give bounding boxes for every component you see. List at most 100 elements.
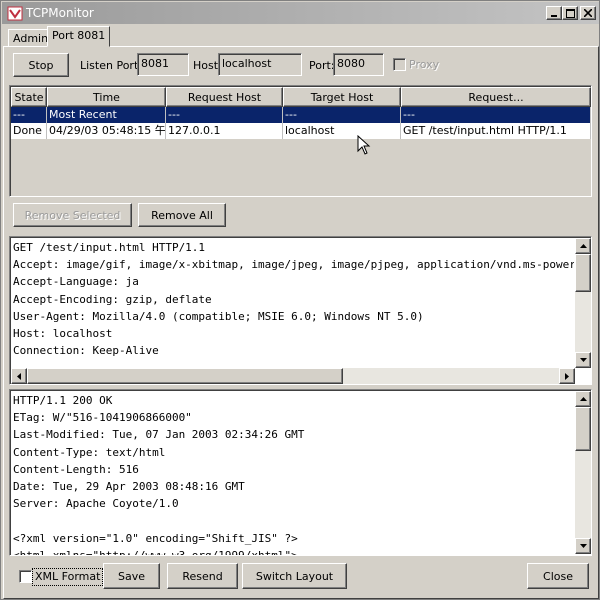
response-text-area[interactable]: HTTP/1.1 200 OK ETag: W/"516-10419068660…	[9, 389, 592, 556]
host-value: localhost	[222, 57, 272, 70]
maximize-icon	[565, 8, 575, 18]
minimize-button[interactable]	[546, 6, 562, 20]
response-line: ETag: W/"516-1041906866000"	[13, 411, 192, 425]
arrow-right-icon	[565, 372, 569, 380]
request-line: Accept: image/gif, image/x-xbitmap, imag…	[13, 258, 574, 272]
minimize-icon	[551, 15, 557, 17]
request-line: Host: localhost	[13, 326, 113, 340]
column-header-request[interactable]: Request...	[401, 87, 591, 107]
switch-layout-button[interactable]: Switch Layout	[242, 563, 347, 589]
connection-table: State Time Request Host Target Host Requ…	[9, 85, 592, 197]
maximize-button[interactable]	[562, 6, 578, 20]
close-icon	[584, 9, 592, 17]
host-field[interactable]: localhost	[218, 53, 302, 76]
response-line: Content-Type: text/html	[13, 445, 166, 459]
table-cell: ---	[11, 107, 47, 123]
request-vertical-scrollbar[interactable]	[575, 238, 591, 368]
table-cell: ---	[283, 107, 401, 123]
xml-format-checkbox[interactable]	[19, 570, 32, 583]
scroll-left-button[interactable]	[11, 368, 27, 384]
port-field[interactable]: 8080	[333, 53, 384, 76]
request-line: User-Agent: Mozilla/4.0 (compatible; MSI…	[13, 309, 424, 323]
window-title: TCPMonitor	[26, 6, 94, 20]
scroll-up-button[interactable]	[575, 238, 591, 254]
table-row[interactable]: --- Most Recent --- --- ---	[11, 107, 591, 123]
tab-port-label: Port 8081	[52, 29, 106, 42]
request-text-area[interactable]: GET /test/input.html HTTP/1.1 Accept: im…	[9, 236, 592, 385]
response-line: Server: Apache Coyote/1.0	[13, 497, 179, 511]
remove-selected-label: Remove Selected	[24, 208, 121, 222]
mouse-cursor-icon	[357, 135, 371, 155]
tcpmonitor-window: TCPMonitor Admin Port 8081 Stop Listen P…	[0, 0, 600, 600]
listen-port-label: Listen Port:	[80, 59, 142, 72]
xml-format-label[interactable]: XML Format	[32, 568, 104, 586]
scroll-down-button[interactable]	[575, 352, 591, 368]
column-header-state[interactable]: State	[11, 87, 47, 107]
scroll-up-button[interactable]	[575, 391, 591, 407]
resend-label: Resend	[182, 569, 223, 583]
proxy-checkbox[interactable]	[393, 58, 406, 71]
arrow-up-icon	[579, 244, 587, 248]
arrow-left-icon	[17, 372, 21, 380]
table-cell: Done	[11, 123, 47, 139]
table-body: --- Most Recent --- --- --- Done 04/29/0…	[11, 107, 591, 196]
request-line: Connection: Keep-Alive	[13, 344, 159, 358]
arrow-down-icon	[579, 358, 587, 362]
response-line: <?xml version="1.0" encoding="Shift_JIS"…	[13, 531, 298, 545]
remove-all-button[interactable]: Remove All	[138, 203, 226, 227]
table-cell: ---	[166, 107, 283, 123]
column-header-request-host[interactable]: Request Host	[166, 87, 283, 107]
tab-panel: Stop Listen Port: 8081 Host: localhost P…	[3, 46, 599, 599]
listen-port-field[interactable]: 8081	[137, 53, 189, 76]
request-horizontal-scrollbar[interactable]	[11, 368, 575, 384]
table-header: State Time Request Host Target Host Requ…	[11, 87, 591, 107]
table-cell: localhost	[283, 123, 401, 139]
switch-layout-label: Switch Layout	[255, 569, 334, 583]
response-line: Date: Tue, 29 Apr 2003 08:48:16 GMT	[13, 479, 245, 493]
table-row[interactable]: Done 04/29/03 05:48:15 午後 127.0.0.1 loca…	[11, 123, 591, 139]
request-line: GET /test/input.html HTTP/1.1	[13, 241, 206, 254]
scroll-down-button[interactable]	[575, 538, 591, 554]
request-line: Accept-Language: ja	[13, 275, 139, 289]
request-line: Accept-Encoding: gzip, deflate	[13, 292, 212, 306]
stop-button[interactable]: Stop	[13, 53, 69, 77]
scroll-thumb[interactable]	[575, 254, 591, 292]
proxy-label: Proxy	[409, 58, 440, 71]
resend-button[interactable]: Resend	[167, 563, 238, 589]
port-value: 8080	[337, 57, 365, 70]
tab-port-8081[interactable]: Port 8081	[47, 26, 111, 47]
table-cell: 04/29/03 05:48:15 午後	[49, 123, 166, 139]
port-label: Port:	[309, 59, 335, 72]
table-cell: 127.0.0.1	[166, 123, 283, 139]
remove-selected-button[interactable]: Remove Selected	[13, 203, 132, 227]
save-label: Save	[117, 569, 145, 583]
scroll-thumb[interactable]	[575, 407, 591, 451]
response-line	[11, 512, 574, 529]
title-bar[interactable]: TCPMonitor	[2, 2, 599, 24]
response-text: HTTP/1.1 200 OK ETag: W/"516-10419068660…	[11, 392, 574, 555]
response-line: Last-Modified: Tue, 07 Jan 2003 02:34:26…	[13, 428, 305, 442]
scroll-right-button[interactable]	[559, 368, 575, 384]
close-button[interactable]: Close	[527, 563, 589, 589]
tab-admin-label: Admin	[13, 32, 49, 45]
request-text: GET /test/input.html HTTP/1.1 Accept: im…	[11, 239, 574, 368]
table-cell: GET /test/input.html HTTP/1.1	[401, 123, 591, 139]
close-window-button[interactable]	[580, 6, 596, 20]
app-icon	[7, 6, 23, 21]
response-line: Content-Length: 516	[13, 462, 139, 476]
listen-port-value: 8081	[141, 57, 169, 70]
response-line: HTTP/1.1 200 OK	[13, 394, 113, 407]
column-header-target-host[interactable]: Target Host	[283, 87, 401, 107]
table-cell: Most Recent	[47, 107, 166, 123]
stop-label: Stop	[28, 58, 54, 72]
close-label: Close	[543, 569, 573, 583]
arrow-down-icon	[579, 544, 587, 548]
scroll-thumb[interactable]	[27, 368, 343, 384]
response-vertical-scrollbar[interactable]	[575, 391, 591, 554]
table-cell: ---	[401, 107, 591, 123]
remove-all-label: Remove All	[151, 208, 213, 222]
column-header-time[interactable]: Time	[47, 87, 166, 107]
arrow-up-icon	[579, 397, 587, 401]
save-button[interactable]: Save	[103, 563, 160, 589]
response-line: <html xmlns="http://www.w3.org/1999/xhtm…	[11, 547, 574, 555]
